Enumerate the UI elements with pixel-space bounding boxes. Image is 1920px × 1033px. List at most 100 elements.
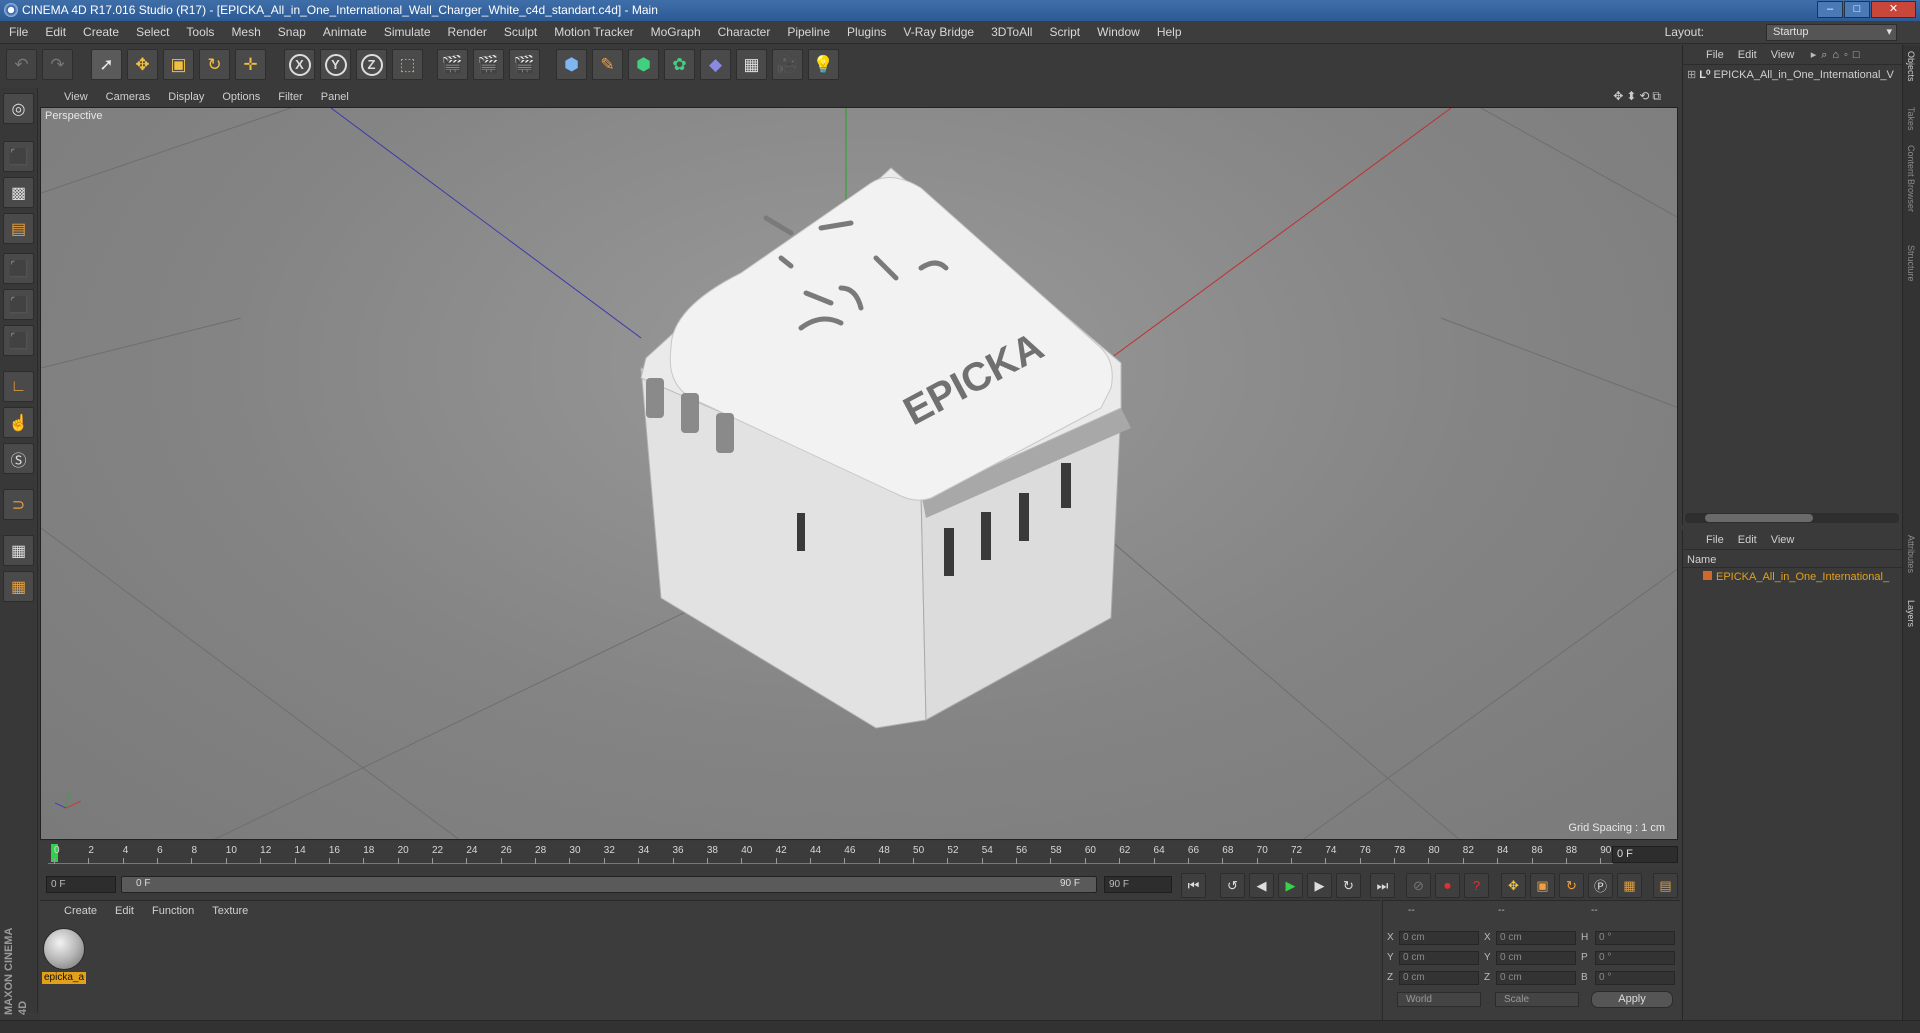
next-key-button[interactable]: ↻ [1336,873,1361,898]
redo-button[interactable]: ↷ [42,49,73,80]
camera-button[interactable]: 🎥 [772,49,803,80]
coord-rot-h-field[interactable]: 0 ° [1595,931,1675,945]
tab-content-browser[interactable]: Content Browser [1906,145,1916,212]
menu-sculpt[interactable]: Sculpt [495,21,545,43]
menu-window[interactable]: Window [1088,21,1148,43]
tab-attributes[interactable]: Attributes [1906,535,1916,573]
grid-settings-button[interactable]: ▦ [3,571,34,602]
play-button[interactable]: ▶ [1278,873,1303,898]
key-position-button[interactable]: ✥ [1501,873,1526,898]
menu-edit[interactable]: Edit [36,21,74,43]
live-selection-tool[interactable]: ➚ [91,49,122,80]
previous-key-button[interactable]: ↺ [1220,873,1245,898]
menu-tools[interactable]: Tools [177,21,222,43]
vp-menu-options[interactable]: Options [213,87,269,107]
apply-button[interactable]: Apply [1591,991,1673,1008]
previous-frame-button[interactable]: ◀ [1249,873,1274,898]
autokey-button[interactable]: ? [1464,873,1489,898]
vp-menu-filter[interactable]: Filter [269,87,311,107]
model-mode-button[interactable]: ⬛ [3,141,34,172]
record-keys-button[interactable]: ⏺ [1435,873,1460,898]
minimize-button[interactable]: – [1817,1,1843,18]
menu-vray-bridge[interactable]: V-Ray Bridge [894,21,982,43]
om-menu-edit[interactable]: Edit [1731,45,1764,65]
coord-pos-x-field[interactable]: 0 cm [1399,931,1479,945]
render-picture-viewer-button[interactable]: 🎬 [473,49,504,80]
vp-menu-view[interactable]: View [40,87,97,107]
cinema4d-app-icon[interactable] [4,3,18,17]
layer-name-column-header[interactable]: Name [1683,550,1902,568]
axis-mode-button[interactable]: ∟ [3,371,34,402]
frame-range-slider[interactable]: 0 F 90 F [121,876,1097,893]
lm-menu-view[interactable]: View [1764,530,1802,550]
polygons-mode-button[interactable]: ⬛ [3,325,34,356]
deformer-button[interactable]: ◆ [700,49,731,80]
scrollbar-thumb[interactable] [1705,514,1813,522]
viewport-nav-icons[interactable]: ✥⬍⟲⧉ [1613,89,1664,104]
object-name[interactable]: EPICKA_All_in_One_International_V [1713,69,1893,81]
pen-spline-button[interactable]: ✎ [592,49,623,80]
coord-pos-z-field[interactable]: 0 cm [1399,971,1479,985]
mm-menu-create[interactable]: Create [40,901,106,921]
key-scale-button[interactable]: ▣ [1530,873,1555,898]
end-frame-field[interactable]: 90 F [1104,876,1172,893]
lm-menu-edit[interactable]: Edit [1731,530,1764,550]
key-pla-button[interactable]: ▦ [1617,873,1642,898]
timeline-ruler[interactable]: 0 2 4 6 8 10 12 14 16 18 20 22 24 26 28 30 32 34 36 38 40 42 4… [40,842,1680,868]
go-to-start-button[interactable]: ⏮ [1181,873,1206,898]
coordinate-system-button[interactable]: ⬚ [392,49,423,80]
menu-motion-tracker[interactable]: Motion Tracker [545,21,641,43]
layer-name[interactable]: EPICKA_All_in_One_International_ [1716,571,1889,583]
om-menu-view[interactable]: View [1764,45,1802,65]
material-name-label[interactable]: epicka_a [42,972,86,984]
coord-size-y-field[interactable]: 0 cm [1496,951,1576,965]
menu-pipeline[interactable]: Pipeline [778,21,838,43]
tab-takes[interactable]: Takes [1906,107,1916,131]
workplane-mode-button[interactable]: ▤ [3,213,34,244]
object-row[interactable]: ⊞ L⁰ EPICKA_All_in_One_International_V [1683,65,1902,84]
menu-animate[interactable]: Animate [314,21,375,43]
cube-primitive-button[interactable]: ⬢ [556,49,587,80]
go-to-end-button[interactable]: ⏭ [1370,873,1395,898]
tab-objects[interactable]: Objects [1906,51,1916,82]
layer-row[interactable]: EPICKA_All_in_One_International_ [1683,568,1902,586]
layout-dropdown[interactable]: Startup ▾ [1766,24,1897,41]
scale-tool[interactable]: ▣ [163,49,194,80]
coord-size-z-field[interactable]: 0 cm [1496,971,1576,985]
texture-mode-button[interactable]: ▩ [3,177,34,208]
workplane-lock-button[interactable]: ▦ [3,535,34,566]
om-menu-file[interactable]: File [1699,45,1731,65]
lm-menu-file[interactable]: File [1699,530,1731,550]
vp-menu-panel[interactable]: Panel [312,87,358,107]
object-expand-icon[interactable]: ⊞ [1687,69,1696,81]
menu-create[interactable]: Create [74,21,127,43]
coord-pos-y-field[interactable]: 0 cm [1399,951,1479,965]
render-view-button[interactable]: 🎬 [437,49,468,80]
vp-menu-display[interactable]: Display [159,87,213,107]
menu-script[interactable]: Script [1040,21,1088,43]
mm-menu-function[interactable]: Function [143,901,203,921]
vp-menu-cameras[interactable]: Cameras [97,87,160,107]
motion-record-button[interactable]: ⊘ [1406,873,1431,898]
coord-rot-p-field[interactable]: 0 ° [1595,951,1675,965]
start-frame-field[interactable]: 0 F [46,876,116,893]
maximize-button[interactable]: □ [1844,1,1870,18]
coord-size-x-field[interactable]: 0 cm [1496,931,1576,945]
floor-button[interactable]: ▦ [736,49,767,80]
make-editable-button[interactable]: ◎ [3,93,34,124]
coord-rot-b-field[interactable]: 0 ° [1595,971,1675,985]
light-button[interactable]: 💡 [808,49,839,80]
rotate-tool[interactable]: ↻ [199,49,230,80]
menu-snap[interactable]: Snap [269,21,314,43]
edges-mode-button[interactable]: ⬛ [3,289,34,320]
next-frame-button[interactable]: ▶ [1307,873,1332,898]
snap-button[interactable]: Ⓢ [3,443,34,474]
key-rotation-button[interactable]: ↻ [1559,873,1584,898]
x-axis-toggle[interactable]: X [284,49,315,80]
z-axis-toggle[interactable]: Z [356,49,387,80]
perspective-viewport[interactable]: EPICKA Perspective Grid Spacing : 1 cm [40,107,1678,840]
magnet-tool-button[interactable]: ⊃ [3,489,34,520]
object-manager-scrollbar[interactable] [1685,513,1899,523]
tab-layers[interactable]: Layers [1906,600,1916,627]
current-frame-field[interactable]: 0 F [1612,846,1678,863]
